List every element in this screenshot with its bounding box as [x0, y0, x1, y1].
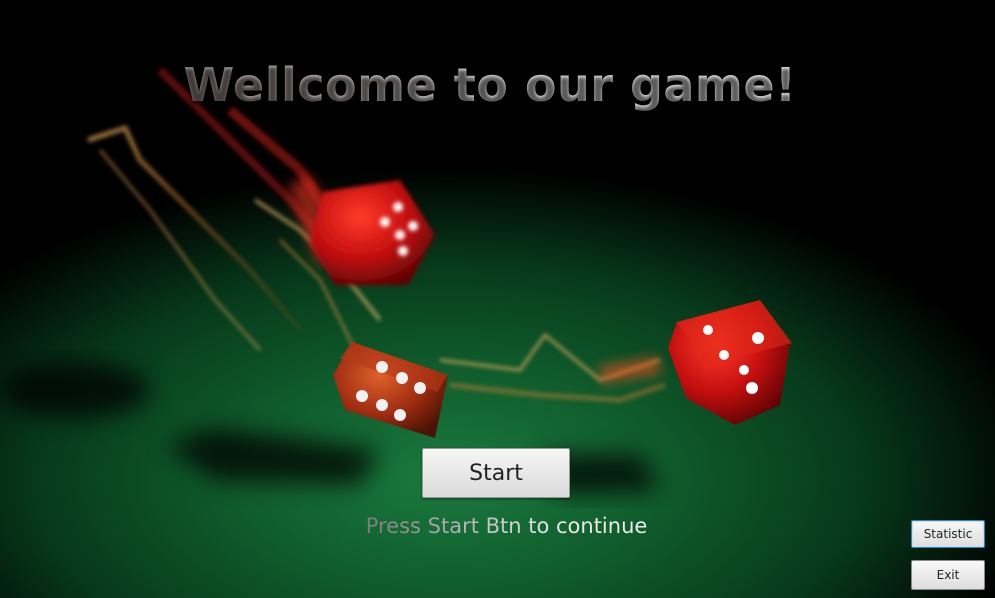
dice-top — [310, 180, 435, 285]
statistic-button[interactable]: Statistic — [911, 520, 985, 548]
exit-button[interactable]: Exit — [911, 560, 985, 590]
page-title: Wellcome to our game! — [0, 58, 980, 112]
dice-left — [333, 342, 448, 438]
dice-right — [668, 300, 792, 425]
start-button[interactable]: Start — [422, 448, 570, 498]
start-hint-text: Press Start Btn to continue — [0, 514, 995, 538]
